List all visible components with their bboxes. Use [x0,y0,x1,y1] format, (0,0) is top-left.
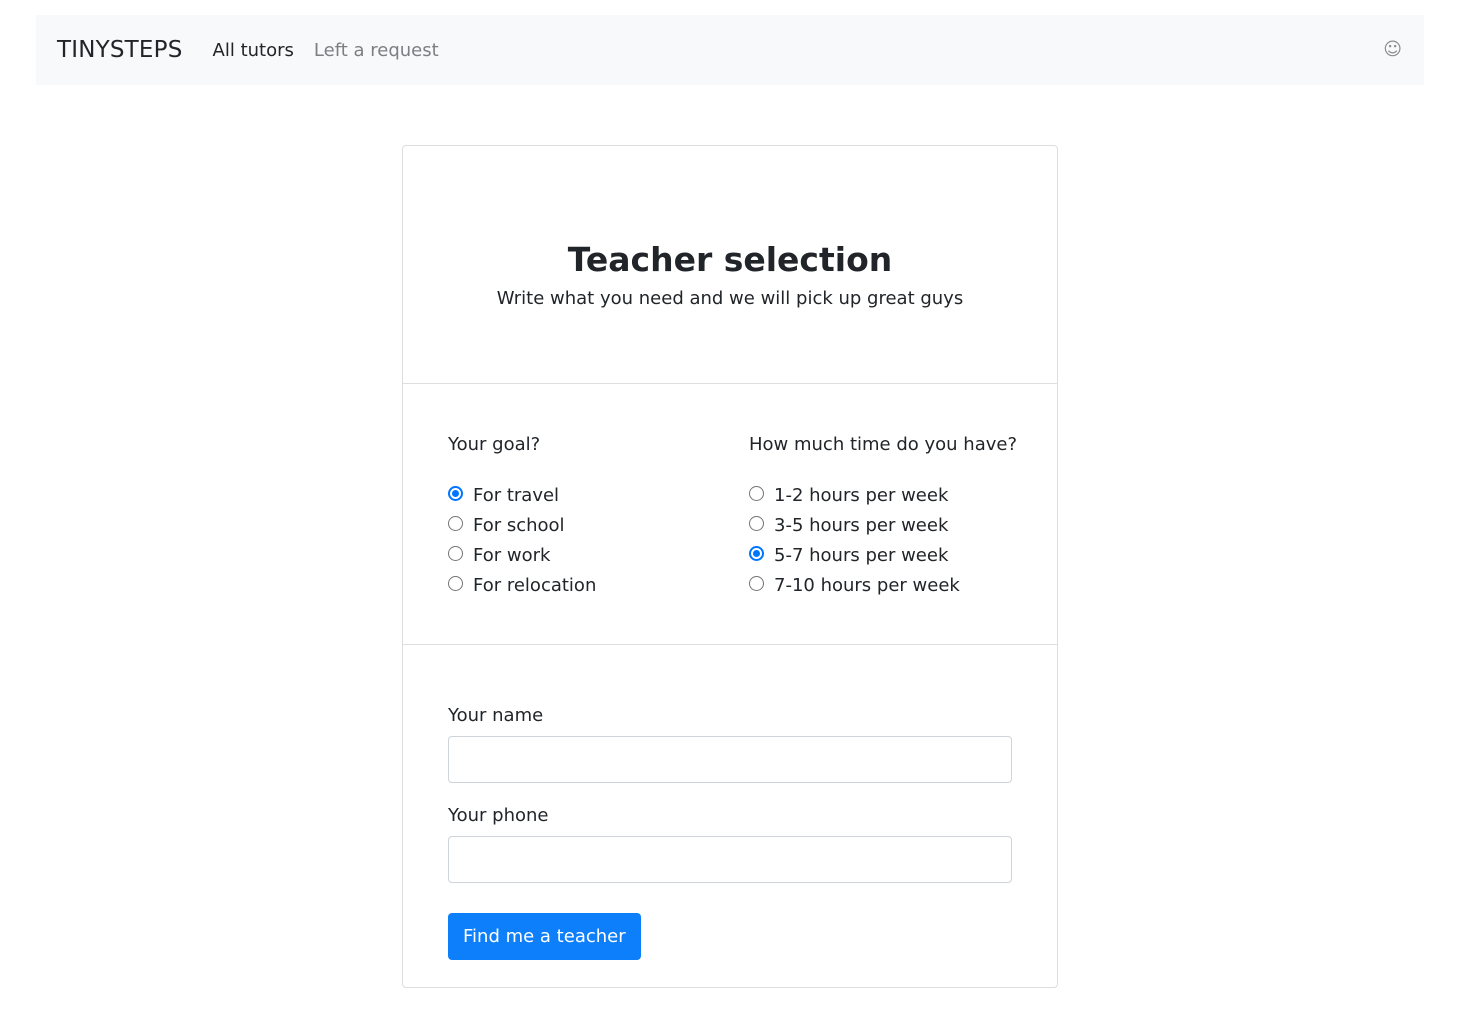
time-title: How much time do you have? [749,434,1018,455]
navbar: TINYSTEPS All tutors Left a request ☺ [36,15,1424,85]
phone-label: Your phone [448,805,549,826]
time-option-label: 1-2 hours per week [774,484,949,506]
radio-time-3-5[interactable] [749,515,764,531]
goal-group: Your goal? For travel For school For wor… [448,432,596,600]
radio-time-7-10[interactable] [749,575,764,591]
time-option-label: 7-10 hours per week [774,574,960,596]
time-option-5-7[interactable]: 5-7 hours per week [749,540,1017,570]
brand-logo[interactable]: TINYSTEPS [57,37,183,63]
goal-option-label: For work [473,544,551,566]
goal-option-travel[interactable]: For travel [448,480,596,510]
contact-form: Your name Your phone Find me a teacher [403,645,1057,960]
name-input[interactable] [448,736,1012,783]
radio-goal-school[interactable] [448,515,463,531]
page-title: Teacher selection [567,240,893,279]
find-teacher-button[interactable]: Find me a teacher [448,913,641,960]
goal-option-school[interactable]: For school [448,510,596,540]
time-option-1-2[interactable]: 1-2 hours per week [749,480,1017,510]
radio-goal-work[interactable] [448,545,463,561]
goal-option-label: For school [473,514,565,536]
request-card: Teacher selection Write what you need an… [402,145,1058,988]
page-subtitle: Write what you need and we will pick up … [496,288,964,309]
name-label: Your name [448,705,544,726]
time-option-7-10[interactable]: 7-10 hours per week [749,570,1017,600]
time-group: How much time do you have? 1-2 hours per… [749,432,1017,600]
radio-time-5-7[interactable] [749,545,764,561]
goal-title: Your goal? [448,434,541,455]
nav-link-left-request[interactable]: Left a request [314,40,439,61]
options-section: Your goal? For travel For school For wor… [403,384,1057,645]
goal-option-label: For relocation [473,574,597,596]
card-header: Teacher selection Write what you need an… [403,146,1057,384]
time-option-label: 5-7 hours per week [774,544,949,566]
radio-goal-relocation[interactable] [448,575,463,591]
goal-option-work[interactable]: For work [448,540,596,570]
radio-goal-travel[interactable] [448,485,463,501]
radio-time-1-2[interactable] [749,485,764,501]
phone-input[interactable] [448,836,1012,883]
time-option-3-5[interactable]: 3-5 hours per week [749,510,1017,540]
nav-link-all-tutors[interactable]: All tutors [213,40,294,61]
time-option-label: 3-5 hours per week [774,514,949,536]
smile-icon[interactable]: ☺ [1383,39,1402,60]
goal-option-label: For travel [473,484,560,506]
goal-option-relocation[interactable]: For relocation [448,570,596,600]
